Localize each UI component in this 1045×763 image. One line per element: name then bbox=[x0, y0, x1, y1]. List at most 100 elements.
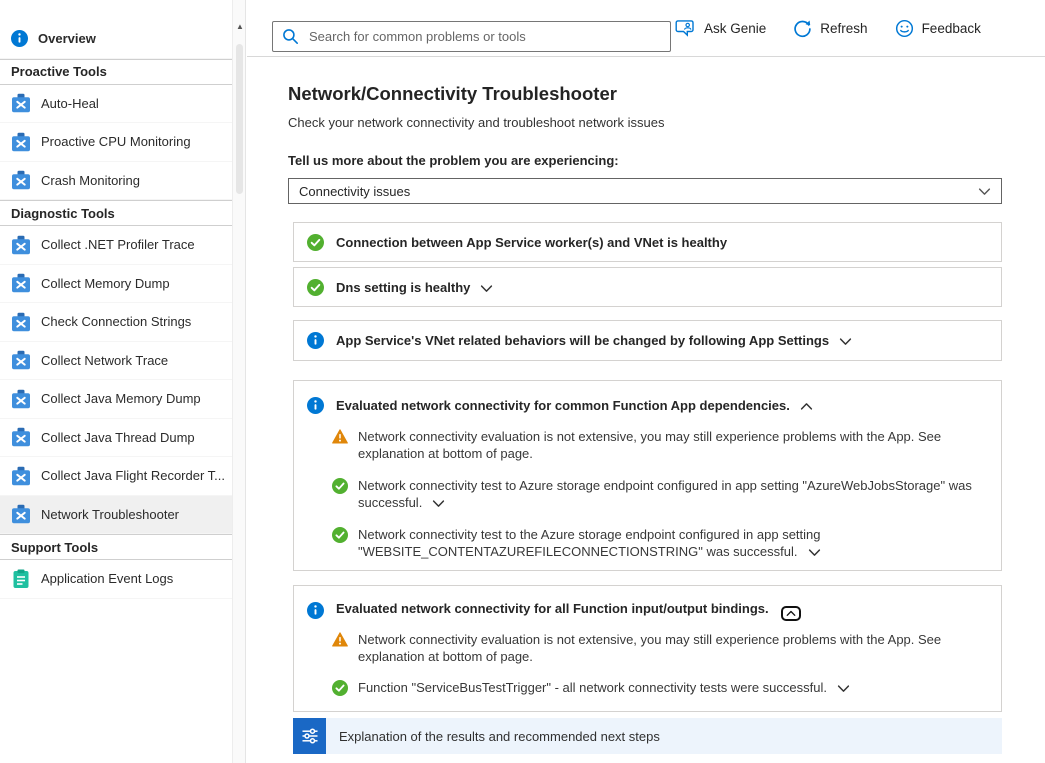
result-subitem-website-content-test: Network connectivity test to the Azure s… bbox=[332, 526, 1001, 560]
sidebar-section-support-tools: Support Tools bbox=[0, 534, 232, 560]
scrollbar-up-arrow-icon[interactable]: ▲ bbox=[233, 22, 247, 31]
event-logs-icon bbox=[13, 569, 29, 588]
problem-question-label: Tell us more about the problem you are e… bbox=[288, 153, 619, 168]
search-input[interactable] bbox=[307, 28, 661, 45]
info-icon bbox=[11, 30, 28, 48]
sidebar-item-label: Collect .NET Profiler Trace bbox=[41, 237, 195, 253]
result-text: Network connectivity evaluation is not e… bbox=[358, 632, 942, 664]
result-text: Network connectivity test to the Azure s… bbox=[358, 527, 821, 559]
toolbox-icon bbox=[12, 389, 30, 408]
refresh-button[interactable]: Refresh bbox=[793, 19, 868, 38]
toolbox-icon bbox=[12, 171, 30, 190]
feedback-button[interactable]: Feedback bbox=[895, 19, 981, 38]
result-text: Network connectivity evaluation is not e… bbox=[358, 429, 942, 461]
explanation-bar[interactable]: Explanation of the results and recommend… bbox=[293, 718, 1002, 754]
search-icon bbox=[283, 29, 298, 44]
feedback-smiley-icon bbox=[895, 19, 913, 38]
result-subitem-warning: Network connectivity evaluation is not e… bbox=[332, 631, 1001, 665]
result-card-vnet-behaviors: App Service's VNet related behaviors wil… bbox=[293, 320, 1002, 361]
sidebar-item-label: Collect Java Thread Dump bbox=[41, 429, 195, 445]
success-check-icon bbox=[332, 527, 348, 543]
chevron-down-icon bbox=[978, 187, 991, 195]
main-area: Ask Genie Refresh Feedback Network/Conne… bbox=[247, 0, 1045, 763]
sidebar-item-collect-java-memory-dump[interactable]: Collect Java Memory Dump bbox=[0, 380, 232, 419]
result-card-header[interactable]: Evaluated network connectivity for all F… bbox=[294, 586, 1001, 627]
page-subtitle: Check your network connectivity and trou… bbox=[288, 115, 665, 130]
result-card-function-dependencies: Evaluated network connectivity for commo… bbox=[293, 380, 1002, 571]
explanation-bar-label: Explanation of the results and recommend… bbox=[339, 728, 660, 744]
top-toolbar: Ask Genie Refresh Feedback bbox=[247, 0, 1045, 57]
success-check-icon bbox=[332, 680, 348, 696]
toolbox-icon bbox=[12, 351, 30, 370]
sidebar-item-label: Collect Memory Dump bbox=[41, 275, 170, 291]
result-text: Network connectivity test to Azure stora… bbox=[358, 478, 972, 510]
sidebar-item-collect-net-profiler-trace[interactable]: Collect .NET Profiler Trace bbox=[0, 226, 232, 265]
result-text: App Service's VNet related behaviors wil… bbox=[336, 333, 830, 348]
sidebar-item-label: Collect Network Trace bbox=[41, 352, 169, 368]
success-check-icon bbox=[332, 478, 348, 494]
sidebar-section-diagnostic-tools: Diagnostic Tools bbox=[0, 200, 232, 226]
troubleshooter-content: Network/Connectivity Troubleshooter Chec… bbox=[247, 57, 1045, 763]
sidebar-item-label: Overview bbox=[38, 31, 96, 47]
refresh-label: Refresh bbox=[820, 21, 868, 36]
chevron-down-icon[interactable] bbox=[837, 684, 850, 693]
result-card-header[interactable]: Evaluated network connectivity for commo… bbox=[294, 381, 1001, 422]
chevron-up-icon[interactable] bbox=[800, 402, 813, 411]
warning-triangle-icon bbox=[332, 632, 348, 647]
sidebar-item-proactive-cpu-monitoring[interactable]: Proactive CPU Monitoring bbox=[0, 123, 232, 162]
result-card-header[interactable]: App Service's VNet related behaviors wil… bbox=[294, 321, 1001, 360]
success-check-icon bbox=[307, 278, 324, 296]
result-text: Dns setting is healthy bbox=[336, 279, 471, 295]
sidebar-item-label: Auto-Heal bbox=[41, 95, 99, 111]
result-card-vnet-healthy: Connection between App Service worker(s)… bbox=[293, 222, 1002, 262]
result-subitem-storage-test: Network connectivity test to Azure stora… bbox=[332, 477, 1001, 511]
result-card-dns-healthy: Dns setting is healthy bbox=[293, 267, 1002, 307]
sidebar-item-crash-monitoring[interactable]: Crash Monitoring bbox=[0, 162, 232, 200]
search-box[interactable] bbox=[272, 21, 671, 52]
toolbox-icon bbox=[12, 312, 30, 331]
sidebar-item-application-event-logs[interactable]: Application Event Logs bbox=[0, 560, 232, 599]
result-card-header[interactable]: Dns setting is healthy bbox=[294, 268, 1001, 306]
sidebar-item-check-connection-strings[interactable]: Check Connection Strings bbox=[0, 303, 232, 342]
chevron-down-icon[interactable] bbox=[839, 337, 852, 346]
result-subitem-warning: Network connectivity evaluation is not e… bbox=[332, 428, 1001, 462]
result-subitem-servicebus-test: Function "ServiceBusTestTrigger" - all n… bbox=[332, 679, 1001, 696]
sidebar-item-label: Application Event Logs bbox=[41, 571, 174, 587]
chevron-down-icon[interactable] bbox=[480, 284, 493, 293]
ask-genie-icon bbox=[675, 20, 694, 37]
chevron-down-icon[interactable] bbox=[432, 499, 445, 508]
sidebar-scrollbar[interactable]: ▲ bbox=[232, 0, 246, 763]
chevron-up-focused-icon[interactable] bbox=[780, 605, 801, 621]
refresh-icon bbox=[794, 20, 812, 38]
result-text: Evaluated network connectivity for commo… bbox=[336, 397, 790, 413]
sidebar-item-label: Proactive CPU Monitoring bbox=[41, 134, 191, 150]
sidebar-item-collect-memory-dump[interactable]: Collect Memory Dump bbox=[0, 265, 232, 303]
result-text: Function "ServiceBusTestTrigger" - all n… bbox=[358, 680, 827, 695]
problem-select[interactable]: Connectivity issues bbox=[288, 178, 1002, 204]
toolbox-icon bbox=[12, 132, 30, 151]
toolbox-icon bbox=[12, 94, 30, 113]
result-card-function-bindings: Evaluated network connectivity for all F… bbox=[293, 585, 1002, 712]
success-check-icon bbox=[307, 233, 324, 251]
info-icon bbox=[307, 332, 324, 349]
feedback-label: Feedback bbox=[921, 21, 981, 36]
info-icon bbox=[307, 601, 324, 619]
toolbox-icon bbox=[12, 428, 30, 447]
ask-genie-button[interactable]: Ask Genie bbox=[675, 19, 766, 38]
sidebar-item-label: Collect Java Memory Dump bbox=[41, 391, 201, 407]
sidebar-item-auto-heal[interactable]: Auto-Heal bbox=[0, 85, 232, 123]
sidebar-item-label: Network Troubleshooter bbox=[41, 506, 180, 522]
sidebar-section-proactive-tools: Proactive Tools bbox=[0, 58, 232, 85]
sidebar-item-collect-network-trace[interactable]: Collect Network Trace bbox=[0, 342, 232, 380]
sidebar-item-overview[interactable]: Overview bbox=[0, 20, 232, 59]
page-title: Network/Connectivity Troubleshooter bbox=[288, 83, 617, 104]
sidebar: Overview Proactive Tools Auto-Heal Proac… bbox=[0, 0, 232, 763]
chevron-down-icon[interactable] bbox=[808, 548, 821, 557]
sidebar-item-label: Crash Monitoring bbox=[41, 172, 140, 188]
sidebar-item-network-troubleshooter[interactable]: Network Troubleshooter bbox=[0, 495, 232, 534]
toolbox-icon bbox=[12, 235, 30, 254]
toolbox-icon bbox=[12, 505, 30, 524]
scrollbar-thumb[interactable] bbox=[236, 44, 243, 194]
sidebar-item-collect-java-flight-recorder[interactable]: Collect Java Flight Recorder T... bbox=[0, 457, 232, 496]
sidebar-item-collect-java-thread-dump[interactable]: Collect Java Thread Dump bbox=[0, 419, 232, 457]
